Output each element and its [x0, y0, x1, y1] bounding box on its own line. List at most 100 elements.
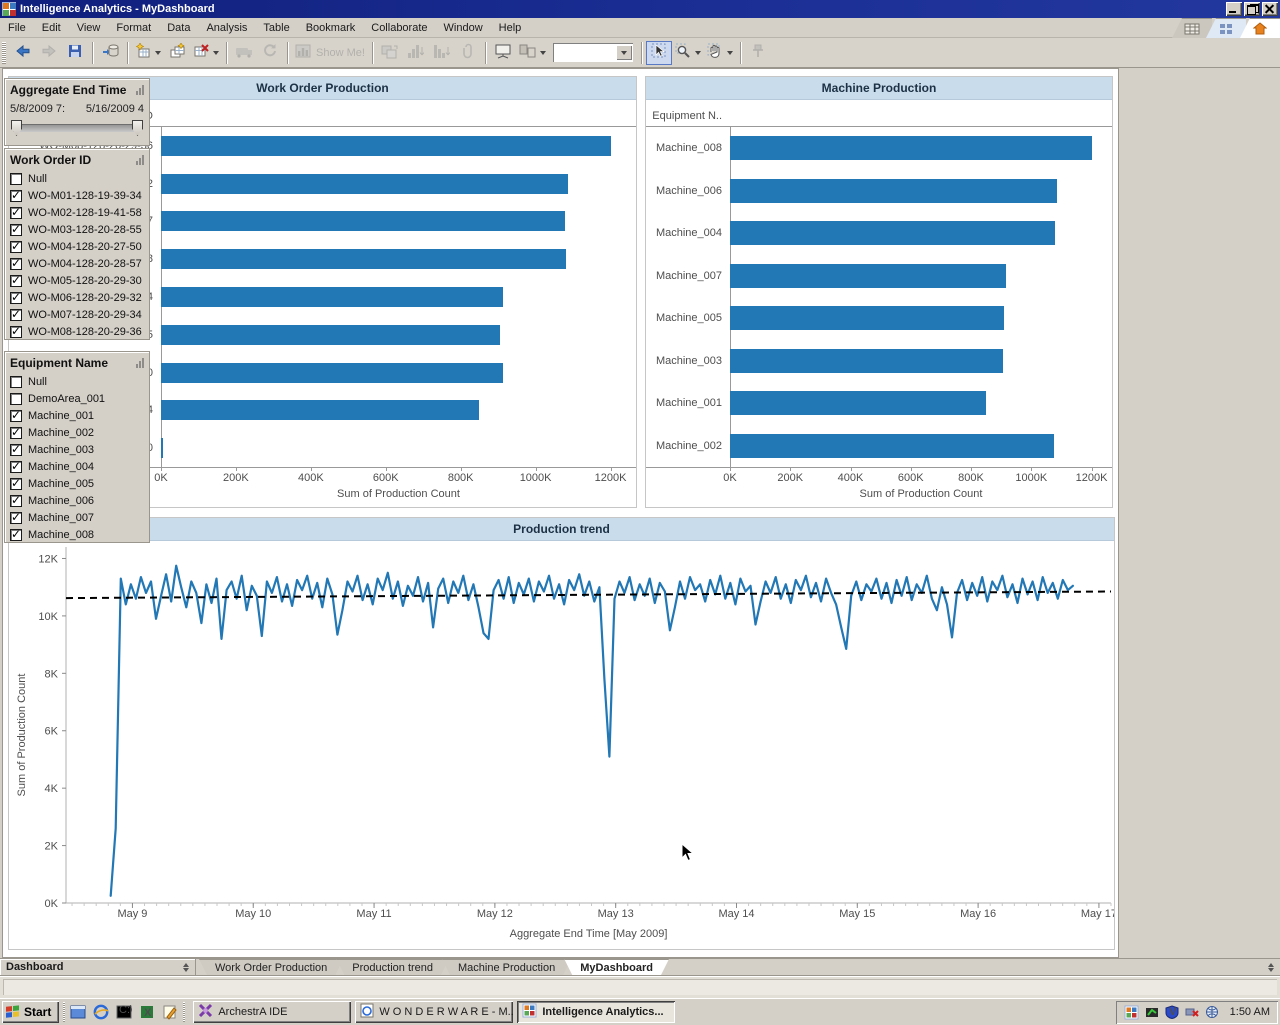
filter-item[interactable]: Null: [10, 373, 144, 390]
toolbar-grip[interactable]: [2, 42, 6, 64]
checked-checkbox[interactable]: [10, 410, 22, 422]
bar[interactable]: [730, 391, 986, 415]
presentation-button[interactable]: [490, 41, 516, 65]
notes-icon[interactable]: [161, 1003, 179, 1021]
menu-collaborate[interactable]: Collaborate: [363, 19, 435, 37]
fit-combobox[interactable]: [553, 43, 633, 62]
bar[interactable]: [730, 434, 1054, 458]
filter-item[interactable]: Machine_003: [10, 441, 144, 458]
menu-data[interactable]: Data: [159, 19, 198, 37]
menu-analysis[interactable]: Analysis: [198, 19, 255, 37]
slider-handle-end[interactable]: [132, 120, 143, 136]
filter-item[interactable]: Machine_001: [10, 407, 144, 424]
intelligence-analytics-tray-icon[interactable]: [1124, 1004, 1140, 1020]
close-button[interactable]: [1262, 2, 1278, 16]
unchecked-checkbox[interactable]: [10, 376, 22, 388]
bar[interactable]: [161, 325, 500, 345]
disconnect-tray-icon[interactable]: [1184, 1004, 1200, 1020]
filter-item[interactable]: WO-M01-128-19-39-34: [10, 187, 144, 204]
time-range-slider[interactable]: [10, 119, 144, 137]
unchecked-checkbox[interactable]: [10, 393, 22, 405]
command-prompt-icon[interactable]: C:\: [115, 1003, 133, 1021]
dashboard-view-tab[interactable]: [1206, 18, 1246, 38]
menu-window[interactable]: Window: [436, 19, 491, 37]
bar[interactable]: [161, 249, 566, 269]
checked-checkbox[interactable]: [10, 326, 22, 338]
excel-icon[interactable]: X: [138, 1003, 156, 1021]
bar[interactable]: [730, 221, 1055, 245]
delete-worksheet-button[interactable]: [190, 41, 222, 65]
duplicate-worksheet-button[interactable]: [164, 41, 190, 65]
bar[interactable]: [161, 174, 568, 194]
internet-explorer-icon[interactable]: [92, 1003, 110, 1021]
bar[interactable]: [161, 363, 503, 383]
dashboard-spinner[interactable]: [183, 963, 189, 972]
sheet-tab-machine-production[interactable]: Machine Production: [442, 959, 571, 975]
minimize-button[interactable]: [1226, 2, 1242, 16]
filter-item[interactable]: Null: [10, 170, 144, 187]
checked-checkbox[interactable]: [10, 461, 22, 473]
network-tray-icon[interactable]: [1204, 1004, 1220, 1020]
tab-scroll-spinner[interactable]: [1268, 963, 1274, 972]
checked-checkbox[interactable]: [10, 495, 22, 507]
filter-item[interactable]: WO-M07-128-20-29-34: [10, 306, 144, 323]
dropdown-caret-icon[interactable]: [695, 51, 701, 55]
menu-file[interactable]: File: [0, 19, 34, 37]
save-button[interactable]: [62, 41, 88, 65]
bar[interactable]: [161, 136, 611, 156]
filter-item[interactable]: Machine_007: [10, 509, 144, 526]
connect-data-button[interactable]: [97, 41, 123, 65]
antivirus-shield-icon[interactable]: V: [1164, 1004, 1180, 1020]
dropdown-caret-icon[interactable]: [540, 51, 546, 55]
dropdown-caret-icon[interactable]: [727, 51, 733, 55]
menu-view[interactable]: View: [69, 19, 109, 37]
zoom-tool-button[interactable]: [672, 41, 704, 65]
bar[interactable]: [730, 306, 1004, 330]
start-button[interactable]: Start: [2, 1001, 59, 1023]
menu-bookmark[interactable]: Bookmark: [298, 19, 364, 37]
select-tool-button[interactable]: [646, 41, 672, 65]
checked-checkbox[interactable]: [10, 529, 22, 541]
filter-item[interactable]: WO-M04-128-20-27-50: [10, 238, 144, 255]
home-tab[interactable]: [1240, 18, 1280, 38]
filter-item[interactable]: Machine_006: [10, 492, 144, 509]
bar[interactable]: [730, 179, 1057, 203]
sheet-tab-mydashboard[interactable]: MyDashboard: [564, 959, 669, 975]
filter-item[interactable]: WO-M08-128-20-29-36: [10, 323, 144, 340]
unchecked-checkbox[interactable]: [10, 173, 22, 185]
filter-menu-icon[interactable]: [136, 85, 144, 95]
trend-plot-area[interactable]: Sum of Production Count May 9May 10May 1…: [9, 541, 1114, 951]
checked-checkbox[interactable]: [10, 444, 22, 456]
bar-plot-area[interactable]: Machine_008Machine_006Machine_004Machine…: [646, 127, 1112, 468]
filter-item[interactable]: Machine_004: [10, 458, 144, 475]
slider-handle-start[interactable]: [11, 120, 22, 136]
sheet-tab-work-order-production[interactable]: Work Order Production: [199, 959, 343, 975]
taskbar-task-inactive[interactable]: ArchestrA IDE: [193, 1001, 351, 1023]
checked-checkbox[interactable]: [10, 258, 22, 270]
filter-item[interactable]: WO-M02-128-19-41-58: [10, 204, 144, 221]
agent-tray-icon[interactable]: [1144, 1004, 1160, 1020]
filter-item[interactable]: WO-M06-128-20-29-32: [10, 289, 144, 306]
menu-table[interactable]: Table: [255, 19, 297, 37]
filter-item[interactable]: Machine_002: [10, 424, 144, 441]
bar[interactable]: [161, 400, 479, 420]
bar[interactable]: [730, 264, 1006, 288]
checked-checkbox[interactable]: [10, 427, 22, 439]
filter-item[interactable]: Machine_005: [10, 475, 144, 492]
filter-item[interactable]: DemoArea_001: [10, 390, 144, 407]
restore-button[interactable]: [1244, 2, 1260, 16]
filter-item[interactable]: WO-M05-128-20-29-30: [10, 272, 144, 289]
filter-item[interactable]: WO-M03-128-20-28-55: [10, 221, 144, 238]
dropdown-caret-icon[interactable]: [213, 51, 219, 55]
checked-checkbox[interactable]: [10, 207, 22, 219]
bar[interactable]: [730, 136, 1092, 160]
checked-checkbox[interactable]: [10, 275, 22, 287]
checked-checkbox[interactable]: [10, 512, 22, 524]
checked-checkbox[interactable]: [10, 309, 22, 321]
app-window-icon[interactable]: [69, 1003, 87, 1021]
filter-menu-icon[interactable]: [136, 358, 144, 368]
back-button[interactable]: [10, 41, 36, 65]
dropdown-caret-icon[interactable]: [155, 51, 161, 55]
checked-checkbox[interactable]: [10, 241, 22, 253]
filter-item[interactable]: WO-M04-128-20-28-57: [10, 255, 144, 272]
